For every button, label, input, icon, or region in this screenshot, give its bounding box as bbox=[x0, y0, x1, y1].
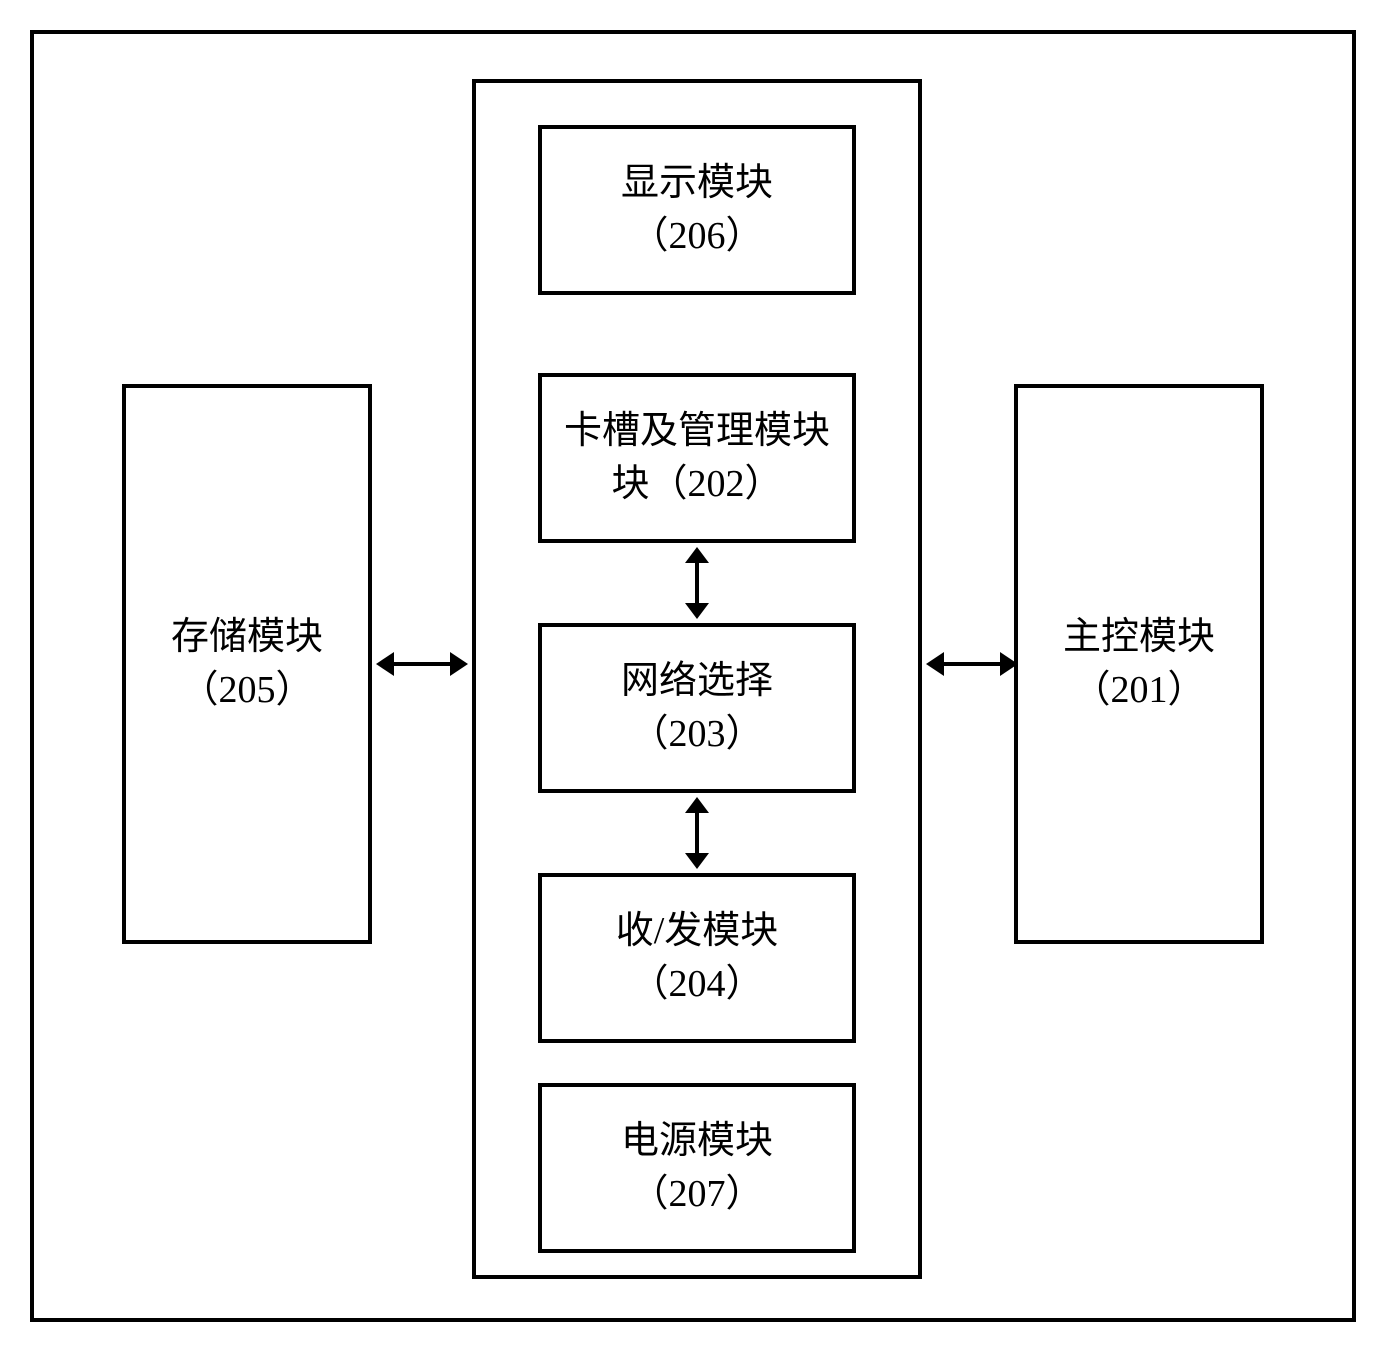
network-select-module-title: 网络选择 bbox=[621, 655, 773, 708]
network-select-module-box: 网络选择 （203） bbox=[538, 623, 856, 793]
arrow-202-203 bbox=[677, 547, 717, 619]
arrow-left-center bbox=[376, 644, 468, 684]
storage-module-title: 存储模块 bbox=[171, 611, 323, 664]
outer-frame: 存储模块 （205） 主控模块 （201） 显示模块 （206） 卡槽及管理模块… bbox=[30, 30, 1356, 1322]
slot-management-module-title: 卡槽及管理模块 bbox=[564, 405, 830, 458]
display-module-box: 显示模块 （206） bbox=[538, 125, 856, 295]
network-select-module-code: （203） bbox=[630, 708, 763, 761]
storage-module-box: 存储模块 （205） bbox=[122, 384, 372, 944]
power-module-box: 电源模块 （207） bbox=[538, 1083, 856, 1253]
display-module-code: （206） bbox=[630, 210, 763, 263]
slot-management-module-box: 卡槽及管理模块 块（202） bbox=[538, 373, 856, 543]
storage-module-code: （205） bbox=[180, 664, 313, 717]
slot-management-module-code: 块（202） bbox=[611, 458, 782, 511]
txrx-module-code: （204） bbox=[630, 958, 763, 1011]
center-frame: 显示模块 （206） 卡槽及管理模块 块（202） 网络选择 （203） 收/发… bbox=[472, 79, 922, 1279]
power-module-title: 电源模块 bbox=[621, 1115, 773, 1168]
arrow-203-204 bbox=[677, 797, 717, 869]
main-control-module-title: 主控模块 bbox=[1063, 611, 1215, 664]
main-control-module-code: （201） bbox=[1072, 664, 1205, 717]
main-control-module-box: 主控模块 （201） bbox=[1014, 384, 1264, 944]
power-module-code: （207） bbox=[630, 1168, 763, 1221]
txrx-module-title: 收/发模块 bbox=[616, 905, 779, 958]
display-module-title: 显示模块 bbox=[621, 157, 773, 210]
txrx-module-box: 收/发模块 （204） bbox=[538, 873, 856, 1043]
arrow-center-right bbox=[926, 644, 1018, 684]
